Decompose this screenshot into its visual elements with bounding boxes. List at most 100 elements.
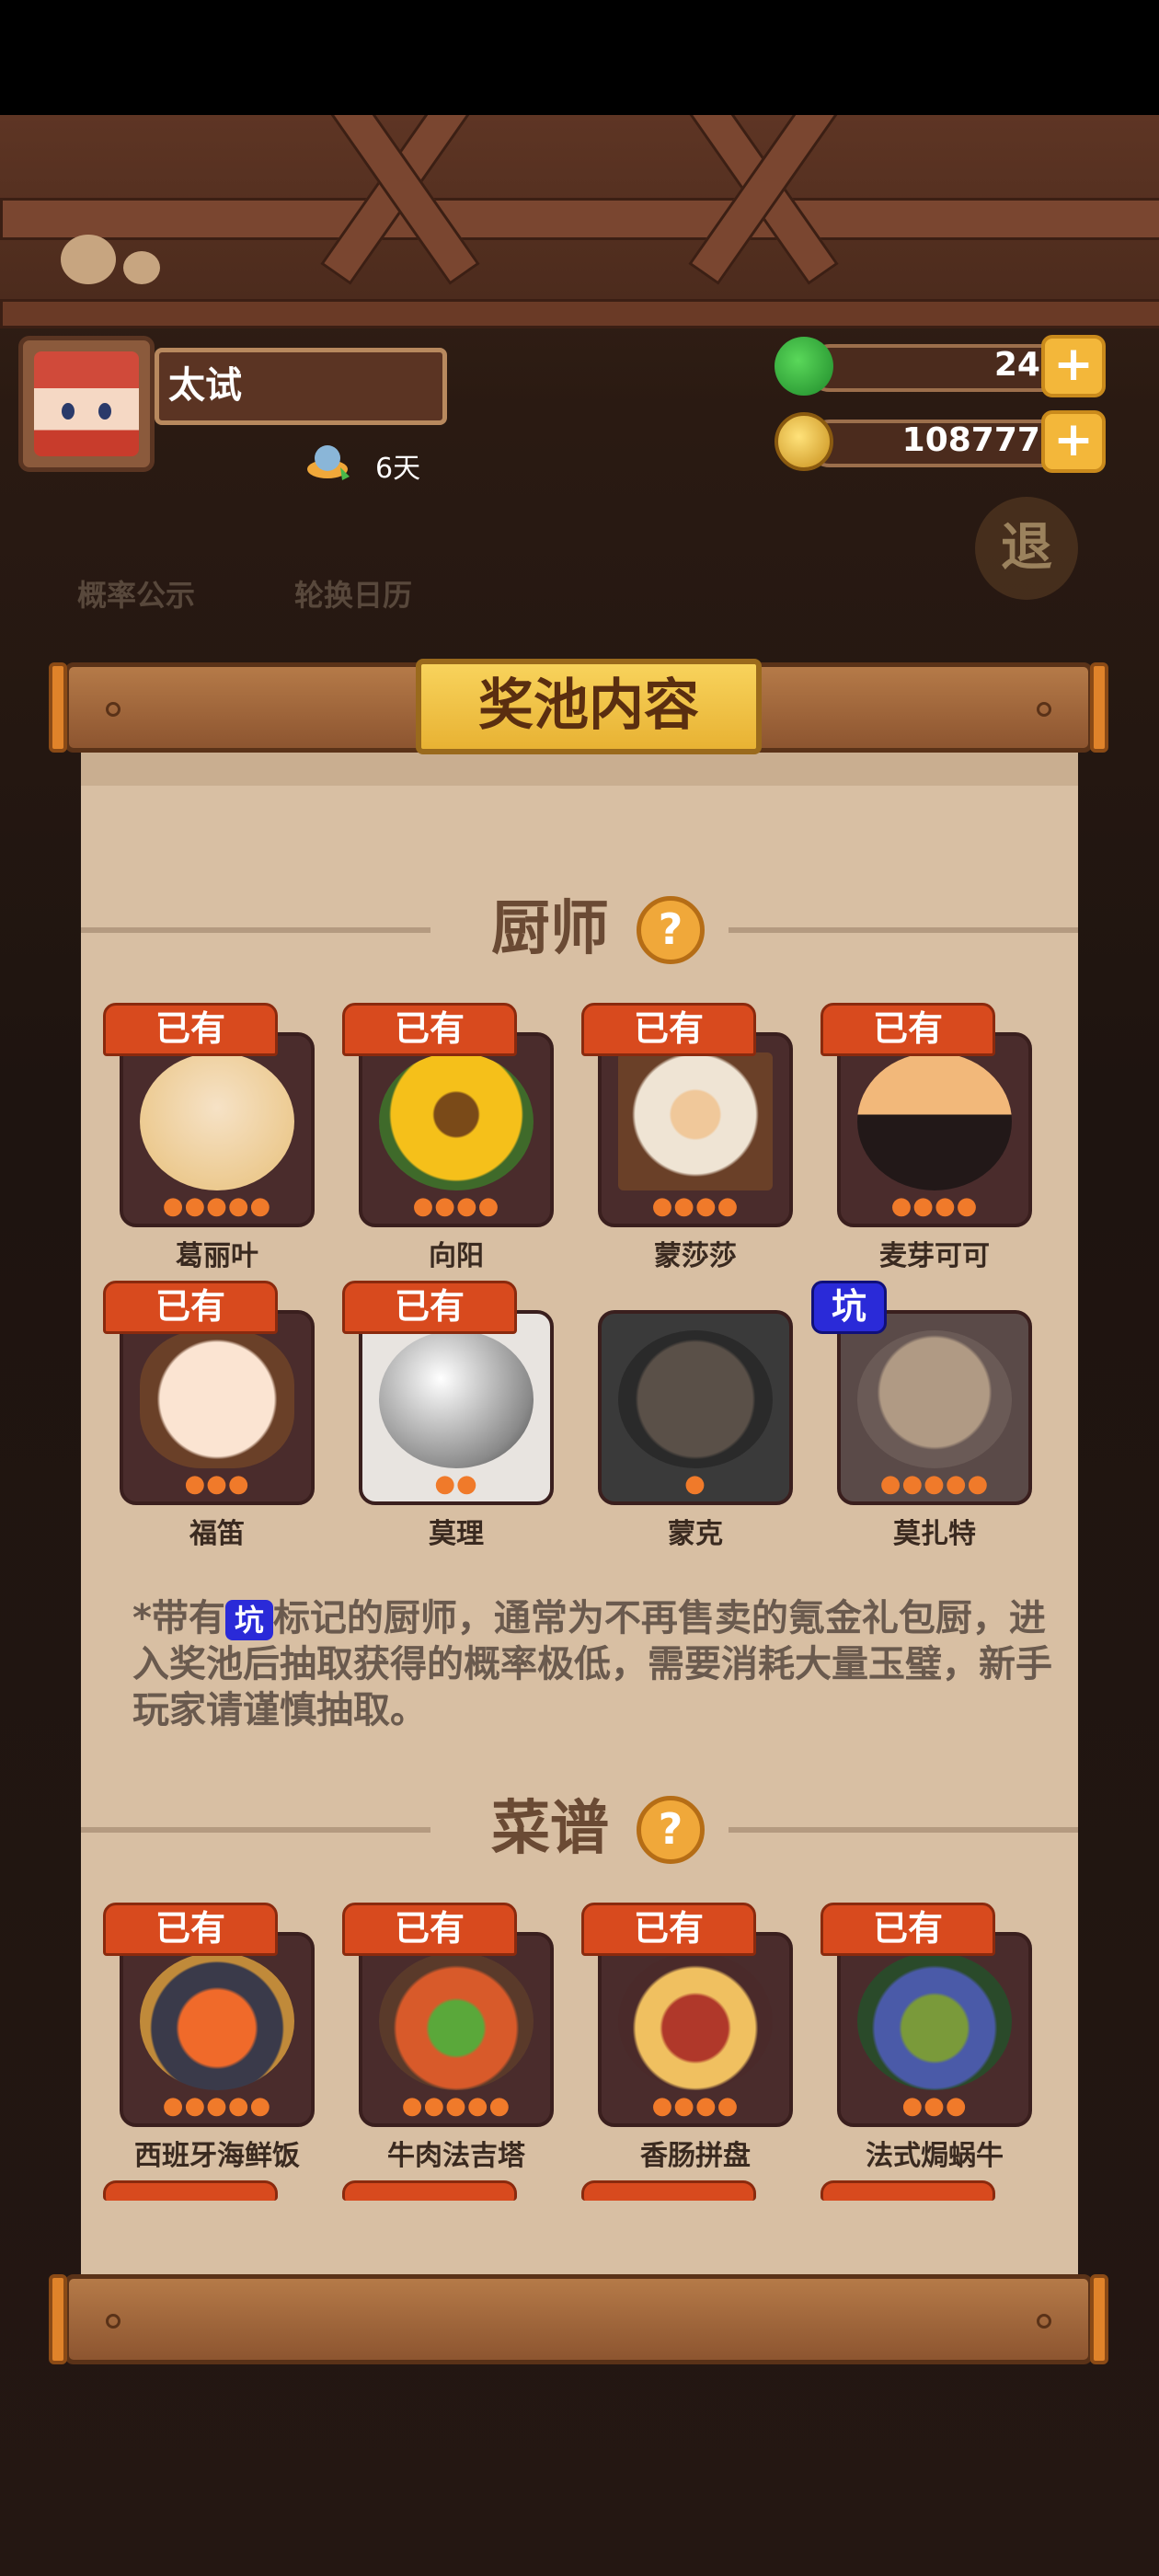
chef-art <box>379 1052 534 1190</box>
chef-portrait: ● <box>598 1310 793 1505</box>
chef-portrait: ●●●●● <box>120 1032 315 1227</box>
avatar-image <box>34 351 139 456</box>
coin-icon <box>775 412 833 471</box>
star-rating: ●● <box>434 1470 478 1498</box>
chef-art <box>140 1330 294 1468</box>
divider-line <box>729 1827 1078 1833</box>
star-rating: ●●● <box>901 2092 968 2120</box>
chef-portrait: ●●●●● <box>837 1310 1032 1505</box>
owned-tag: 已有 <box>820 1903 995 1956</box>
recipe-art <box>618 1952 773 2090</box>
avatar-eye <box>98 403 111 420</box>
nail <box>1037 702 1051 717</box>
chef-section-title: 厨师 <box>491 895 609 963</box>
scroll-bottom-rod <box>49 2274 1108 2364</box>
buff-days: 6天 <box>375 453 421 485</box>
paper-shade <box>81 753 1078 786</box>
star-rating: ●●●● <box>412 1192 500 1220</box>
recipe-section-title: 菜谱 <box>491 1795 609 1863</box>
chef-portrait: ●● <box>359 1310 554 1505</box>
pit-tag: 坑 <box>811 1281 887 1334</box>
recipe-section-header: 菜谱 ? <box>81 1792 1078 1866</box>
chef-portrait: ●●● <box>120 1310 315 1505</box>
divider-line <box>81 1827 430 1833</box>
note-prefix: *带有 <box>132 1597 225 1639</box>
chef-name: 向阳 <box>429 1240 484 1272</box>
roof-beam <box>0 299 1159 328</box>
owned-tag-partial <box>820 2180 995 2201</box>
recipe-art <box>857 1952 1012 2090</box>
coin-resource: 1087774 + <box>775 410 1106 473</box>
chef-name: 福笛 <box>189 1518 245 1550</box>
chef-art <box>379 1330 534 1468</box>
chef-art <box>618 1330 773 1468</box>
chef-help-button[interactable]: ? <box>637 896 705 964</box>
chef-name: 葛丽叶 <box>176 1240 258 1272</box>
probability-label: 概率公示 <box>77 578 196 613</box>
chef-art <box>618 1052 773 1190</box>
recipe-name: 香肠拼盘 <box>640 2140 751 2172</box>
recipe-image: ●●●●● <box>120 1932 315 2127</box>
recipe-image: ●●●●● <box>359 1932 554 2127</box>
star-rating: ●●●●● <box>401 2092 511 2120</box>
chef-art <box>857 1052 1012 1190</box>
divider-line <box>729 927 1078 933</box>
rotation-calendar-label: 轮换日历 <box>294 578 413 613</box>
star-rating: ●●●●● <box>162 2092 272 2120</box>
pool-content-panel: 厨师 ? ●●●●● 已有 葛丽叶 ●●●● 已有 向阳 ●●●● 已有 蒙莎莎… <box>81 753 1078 2276</box>
panel-title: 奖池内容 <box>416 659 762 754</box>
chef-art <box>857 1330 1012 1468</box>
buff-icon <box>307 445 350 480</box>
owned-tag: 已有 <box>103 1903 278 1956</box>
chef-portrait: ●●●● <box>359 1032 554 1227</box>
chef-name: 蒙克 <box>668 1518 723 1550</box>
owned-tag: 已有 <box>103 1003 278 1056</box>
chef-portrait: ●●●● <box>598 1032 793 1227</box>
roof-beams <box>0 115 1159 328</box>
recipe-name: 西班牙海鲜饭 <box>134 2140 300 2172</box>
recipe-name: 牛肉法吉塔 <box>387 2140 525 2172</box>
avatar-eye <box>62 403 75 420</box>
recipe-help-button[interactable]: ? <box>637 1796 705 1864</box>
player-name: 太试 <box>155 348 447 425</box>
chef-name: 麦芽可可 <box>879 1240 990 1272</box>
recipe-image: ●●●● <box>598 1932 793 2127</box>
add-coin-button[interactable]: + <box>1041 410 1106 473</box>
chef-art <box>140 1052 294 1190</box>
owned-tag: 已有 <box>342 1003 517 1056</box>
note-pit-tag: 坑 <box>224 1600 273 1640</box>
star-rating: ● <box>684 1470 706 1498</box>
star-rating: ●●●●● <box>162 1192 272 1220</box>
owned-tag: 已有 <box>103 1281 278 1334</box>
nail <box>106 702 120 717</box>
player-avatar[interactable] <box>18 336 155 472</box>
owned-tag: 已有 <box>581 1903 756 1956</box>
add-jade-button[interactable]: + <box>1041 335 1106 397</box>
recipe-art <box>140 1952 294 2090</box>
star-rating: ●●●● <box>651 2092 740 2120</box>
pit-note: *带有坑标记的厨师，通常为不再售卖的氪金礼包厨，进入奖池后抽取获得的概率极低，需… <box>132 1595 1052 1733</box>
recipe-art <box>379 1952 534 2090</box>
recipe-image: ●●● <box>837 1932 1032 2127</box>
coin-value: 1087774 <box>901 421 1063 459</box>
star-rating: ●●●● <box>651 1192 740 1220</box>
nail <box>1037 2314 1051 2329</box>
owned-tag-partial <box>103 2180 278 2201</box>
owned-tag: 已有 <box>820 1003 995 1056</box>
owned-tag: 已有 <box>342 1903 517 1956</box>
bird-decoration <box>61 235 116 284</box>
star-rating: ●●● <box>184 1470 250 1498</box>
owned-tag: 已有 <box>581 1003 756 1056</box>
chef-section-header: 厨师 ? <box>81 892 1078 966</box>
roof-beam <box>0 198 1159 240</box>
chef-portrait: ●●●● <box>837 1032 1032 1227</box>
recipe-name: 法式焗蜗牛 <box>866 2140 1004 2172</box>
divider-line <box>81 927 430 933</box>
jade-icon <box>775 337 833 396</box>
owned-tag: 已有 <box>342 1281 517 1334</box>
star-rating: ●●●● <box>890 1192 979 1220</box>
owned-tag-partial <box>342 2180 517 2201</box>
owned-tag-partial <box>581 2180 756 2201</box>
jade-resource: 244 + <box>775 335 1106 397</box>
nail <box>106 2314 120 2329</box>
